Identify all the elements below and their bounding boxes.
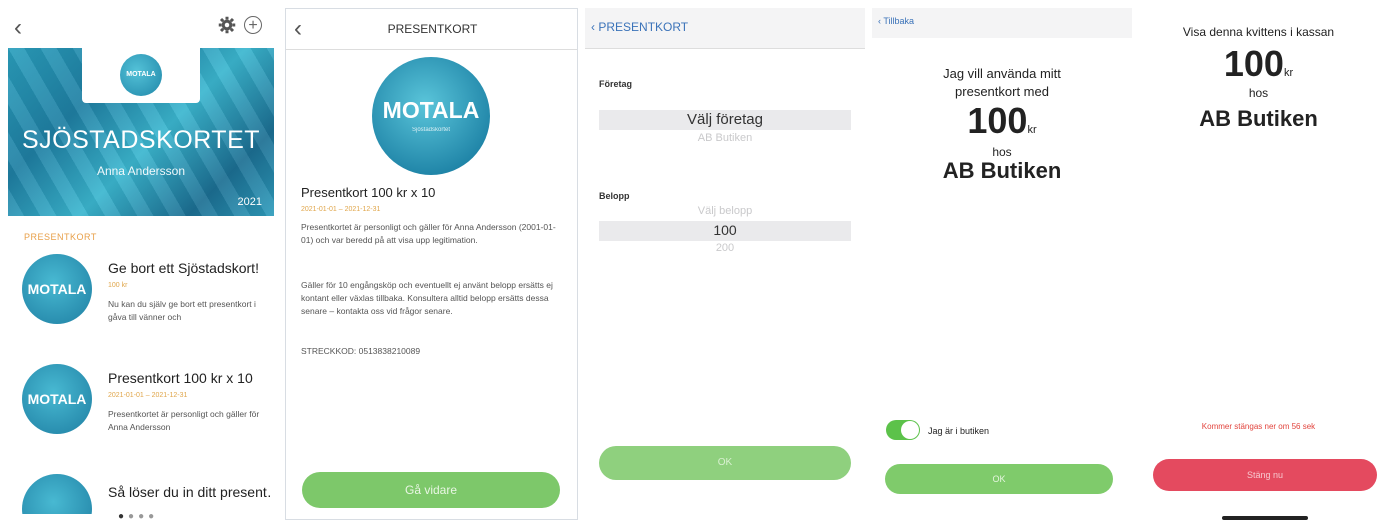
chevron-left-icon[interactable]: ‹ — [14, 14, 22, 42]
description-2: Gäller för 10 engångsköp och eventuellt … — [301, 280, 553, 316]
back-link[interactable]: ‹ Tillbaka — [878, 16, 914, 26]
offer-title: Ge bort ett Sjöstadskort! — [108, 260, 259, 276]
motala-logo: MOTALA — [22, 364, 92, 434]
section-label: PRESENTKORT — [24, 232, 97, 242]
amount-unit: kr — [1283, 67, 1294, 79]
offer-sub: 100 kr — [108, 282, 128, 289]
offer-text: Presentkortet är personligt och gäller f… — [108, 409, 260, 432]
card-title: SJÖSTADSKORTET — [21, 126, 261, 154]
amount-value: 100 — [967, 100, 1028, 141]
continue-button[interactable]: Gå vidare — [302, 472, 560, 508]
amount-unit: kr — [1027, 124, 1037, 136]
receipt-screen: Visa denna kvittens i kassan 100kr hos A… — [1140, 8, 1377, 520]
top-bar: ‹ + — [8, 8, 274, 48]
page-title: PRESENTKORT — [387, 22, 478, 36]
ok-button[interactable]: OK — [599, 446, 851, 480]
list-item[interactable]: Så löser du in ditt present… — [22, 474, 272, 514]
list-item[interactable]: MOTALA Ge bort ett Sjöstadskort! 100 kr … — [22, 254, 272, 334]
back-link[interactable]: ‹ PRESENTKORT — [591, 20, 688, 34]
amount-display: 100kr — [1140, 43, 1377, 85]
ok-button[interactable]: OK — [885, 464, 1113, 494]
motala-logo — [22, 474, 92, 514]
company-picker[interactable]: Välj företag — [599, 111, 851, 128]
motala-logo: MOTALA — [22, 254, 92, 324]
intro-line-1: Jag vill använda mitt — [943, 66, 1061, 81]
header: ‹ Tillbaka — [872, 8, 1132, 38]
company-label: Företag — [599, 79, 633, 89]
offer-title: Så löser du in ditt present… — [108, 484, 272, 500]
amount-option[interactable]: Välj belopp — [599, 205, 851, 217]
amount-display: 100kr — [872, 100, 1132, 142]
select-screen: ‹ PRESENTKORT Företag Välj företag AB Bu… — [585, 8, 865, 520]
offer-title: Presentkort 100 kr x 10 — [108, 370, 253, 386]
header: ‹ PRESENTKORT — [585, 8, 865, 49]
close-now-button[interactable]: Stäng nu — [1153, 459, 1377, 491]
intro-line-2: presentkort med — [955, 84, 1049, 99]
card-holder: Anna Andersson — [96, 164, 186, 178]
home-screen: ‹ + MOTALA SJÖSTADSKORTET Anna Andersson… — [8, 8, 274, 520]
in-store-toggle[interactable] — [886, 420, 920, 440]
offer-validity: 2021-01-01 – 2021-12-31 — [301, 206, 381, 213]
countdown-warning: Kommer stängas ner om 56 sek — [1201, 422, 1316, 431]
toggle-knob — [901, 421, 919, 439]
card-year: 2021 — [237, 196, 262, 208]
logo-subtext: Sjöstadskortet — [411, 127, 451, 133]
list-item[interactable]: MOTALA Presentkort 100 kr x 10 2021-01-0… — [22, 364, 272, 444]
membership-card[interactable]: MOTALA SJÖSTADSKORTET Anna Andersson 202… — [8, 48, 274, 216]
amount-option[interactable]: 200 — [599, 242, 851, 254]
home-indicator — [1222, 516, 1308, 520]
offer-heading: Presentkort 100 kr x 10 — [301, 185, 436, 200]
card-logo-box: MOTALA — [82, 48, 200, 103]
plus-circle-icon[interactable]: + — [244, 16, 262, 34]
toggle-label: Jag är i butiken — [928, 426, 990, 436]
company-option[interactable]: AB Butiken — [599, 132, 851, 144]
amount-picker[interactable]: 100 — [599, 222, 851, 238]
description-1: Presentkortet är personligt och gäller f… — [301, 222, 556, 245]
offer-sub: 2021-01-01 – 2021-12-31 — [108, 392, 188, 399]
amount-value: 100 — [1223, 43, 1284, 84]
barcode-text: STRECKKOD: 0513838210089 — [301, 346, 421, 356]
shop-name: AB Butiken — [942, 158, 1062, 183]
form-body: Företag Välj företag AB Butiken Belopp V… — [585, 49, 865, 520]
logo-text: MOTALA — [382, 97, 480, 123]
motala-logo: MOTALA Sjöstadskortet — [372, 57, 490, 175]
gift-card-detail-screen: ‹ PRESENTKORT MOTALA Sjöstadskortet Pres… — [285, 8, 578, 520]
header: ‹ PRESENTKORT — [286, 9, 577, 50]
hos-label: hos — [1248, 86, 1269, 100]
receipt-instruction: Visa denna kvittens i kassan — [1182, 25, 1335, 39]
back-label: PRESENTKORT — [598, 20, 689, 34]
offer-text: Nu kan du själv ge bort ett presentkort … — [108, 299, 256, 322]
confirm-screen: ‹ Tillbaka Jag vill använda mitt present… — [872, 8, 1132, 520]
page-indicator: ●●●● — [118, 511, 159, 520]
gear-icon[interactable] — [218, 16, 236, 34]
hos-label: hos — [992, 145, 1012, 159]
shop-name: AB Butiken — [1199, 106, 1318, 131]
motala-logo: MOTALA — [120, 54, 162, 96]
back-label: Tillbaka — [883, 16, 915, 26]
amount-label: Belopp — [599, 191, 630, 201]
